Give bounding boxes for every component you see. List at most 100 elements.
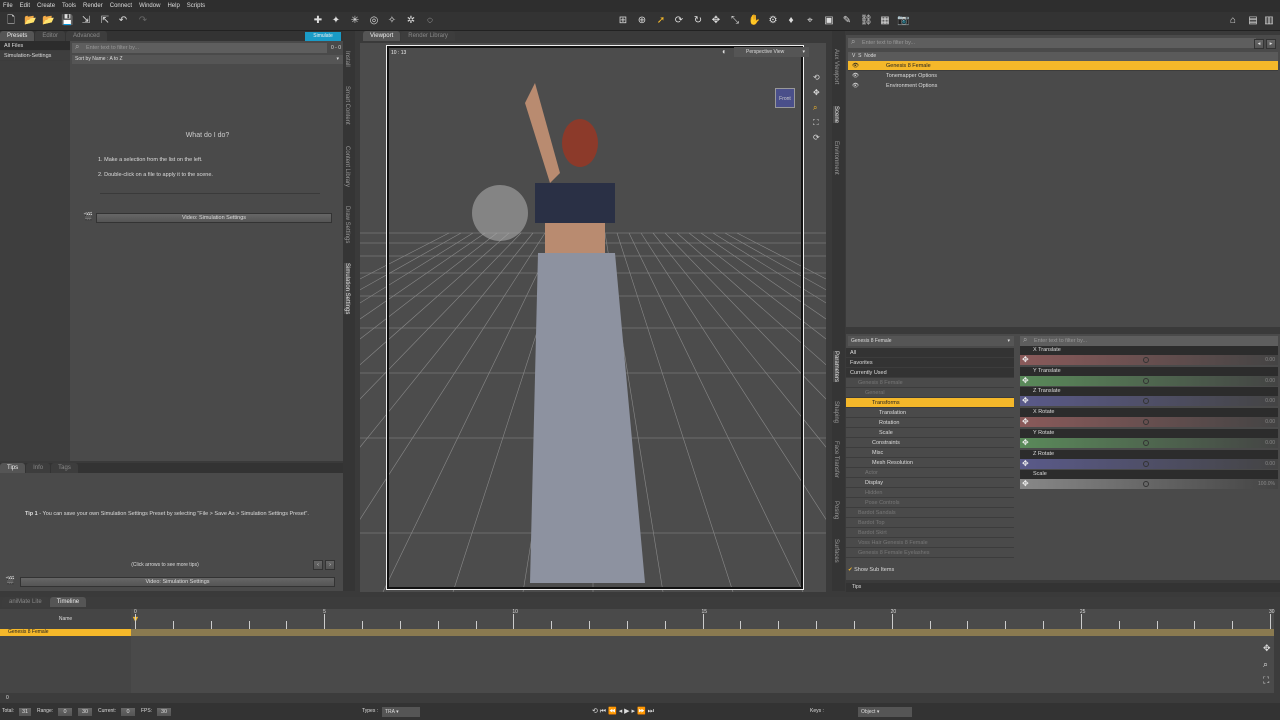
universal-tool-icon[interactable]: ⊕: [636, 15, 648, 27]
current-frame-field[interactable]: 0: [120, 707, 136, 717]
side-tab-scene[interactable]: Scene: [833, 106, 839, 124]
zoom-icon[interactable]: ⌕: [1263, 659, 1268, 670]
scene-filter-input[interactable]: Enter text to filter by...: [848, 37, 1256, 48]
geometry-tool-icon[interactable]: ⚙: [767, 15, 779, 27]
property-group-item[interactable]: Scale: [846, 428, 1014, 438]
property-group-item[interactable]: Pose Controls: [846, 498, 1014, 508]
view-select[interactable]: Perspective View ▾: [734, 47, 809, 57]
property-group-item[interactable]: Transforms: [846, 398, 1014, 408]
scene-node-tonemapper[interactable]: 👁 Tonemapper Options: [848, 71, 1278, 81]
slider-track[interactable]: ✥ 0.00: [1020, 355, 1278, 365]
node-selection-icon[interactable]: ⊞: [617, 15, 629, 27]
property-group-item[interactable]: Bardot Sandals: [846, 508, 1014, 518]
tab-presets[interactable]: Presets: [0, 31, 35, 41]
side-tab-simulation-settings[interactable]: Simulation Settings: [344, 263, 350, 315]
create-camera-icon[interactable]: ✚: [312, 15, 324, 27]
parameter-value[interactable]: 0.00: [1265, 440, 1275, 446]
simulate-button[interactable]: Simulate: [305, 32, 341, 41]
create-ring-icon[interactable]: ◌: [424, 15, 436, 27]
slider-track[interactable]: ✥ 0.00: [1020, 375, 1278, 386]
types-select[interactable]: TRA ▾: [382, 707, 420, 717]
rotate-tool-icon[interactable]: ⟳: [673, 15, 685, 27]
property-group-item[interactable]: Hidden: [846, 488, 1014, 498]
prev-tip-button[interactable]: ‹: [313, 560, 323, 570]
tab-tips[interactable]: Tips: [0, 463, 26, 473]
render-icon[interactable]: ▦: [879, 15, 891, 27]
region-tool-icon[interactable]: ⌖: [804, 15, 816, 27]
import-icon[interactable]: ⇲: [80, 15, 92, 27]
spot-render-icon[interactable]: ✎: [841, 15, 853, 27]
tab-editor[interactable]: Editor: [35, 31, 66, 41]
side-tab-posing[interactable]: Posing: [833, 501, 839, 519]
frame-icon[interactable]: ⛶: [1263, 675, 1269, 686]
side-tab-environment[interactable]: Environment: [833, 141, 839, 175]
eye-icon[interactable]: 👁: [852, 61, 859, 71]
tab-animate-lite[interactable]: aniMate Lite: [2, 597, 49, 607]
property-group-item[interactable]: Rotation: [846, 418, 1014, 428]
timeline-ruler[interactable]: ▼ 051015202530: [131, 609, 1275, 693]
rotate2-tool-icon[interactable]: ↻: [692, 15, 704, 27]
slider-track[interactable]: ✥ 0.00: [1020, 437, 1278, 448]
menu-tools[interactable]: Tools: [62, 3, 76, 9]
tab-tips-right[interactable]: Tips: [846, 583, 1280, 592]
scene-node-environment[interactable]: 👁 Environment Options: [848, 81, 1278, 91]
side-tab-smart-content[interactable]: Smart Content: [344, 86, 350, 125]
parameter-value[interactable]: 0.00: [1265, 461, 1275, 467]
menu-render[interactable]: Render: [83, 3, 103, 9]
menu-create[interactable]: Create: [37, 3, 55, 9]
parameter-value[interactable]: 0.00: [1265, 419, 1275, 425]
parameter-slider[interactable]: Z Rotate ✥ 0.00: [1020, 449, 1278, 470]
parameter-value[interactable]: 0.00: [1265, 357, 1275, 363]
lock-icon[interactable]: ▥: [1263, 15, 1275, 27]
tab-timeline[interactable]: Timeline: [49, 597, 87, 607]
parameter-value[interactable]: 100.0%: [1258, 481, 1275, 487]
slider-knob[interactable]: [1143, 460, 1149, 467]
pointer-icon[interactable]: ➚: [655, 15, 667, 27]
menu-window[interactable]: Window: [139, 3, 160, 9]
scale-tool-icon[interactable]: ⤡: [729, 15, 741, 27]
camera-render-icon[interactable]: 📷: [897, 15, 909, 27]
viewport-canvas[interactable]: 10 : 13 ◐ Perspective View ▾ Front ⟲ ✥ ⌕ …: [360, 43, 826, 592]
home-icon[interactable]: ⌂: [1227, 15, 1239, 27]
property-group-item[interactable]: Display: [846, 478, 1014, 488]
preset-filter-input[interactable]: Enter text to filter by...: [72, 42, 327, 53]
collapse-button[interactable]: ◂: [1254, 39, 1264, 49]
frame-icon[interactable]: ⛶: [813, 118, 819, 128]
track-keyframe-bar[interactable]: [131, 629, 1274, 636]
side-tab-draw-settings[interactable]: Draw Settings: [344, 206, 350, 243]
layout-icon[interactable]: ▤: [1247, 15, 1259, 27]
draw-style-icon[interactable]: ◐: [722, 47, 727, 56]
slider-knob[interactable]: [1143, 398, 1149, 405]
create-primitive-icon[interactable]: ◎: [368, 15, 380, 27]
export-icon[interactable]: ⇱: [99, 15, 111, 27]
menu-help[interactable]: Help: [167, 3, 179, 9]
property-group-item[interactable]: Currently Used: [846, 368, 1014, 378]
property-group-item[interactable]: Genesis 8 Female: [846, 378, 1014, 388]
property-group-item[interactable]: Favorites: [846, 358, 1014, 368]
property-group-item[interactable]: Bardot Top: [846, 518, 1014, 528]
parameter-slider[interactable]: X Translate ✥ 0.00: [1020, 346, 1278, 366]
slider-track[interactable]: ✥ 0.00: [1020, 396, 1278, 407]
menu-edit[interactable]: Edit: [20, 3, 30, 9]
parameter-slider[interactable]: Z Translate ✥ 0.00: [1020, 387, 1278, 407]
link-icon[interactable]: ⛓: [860, 15, 873, 27]
orbit-icon[interactable]: ⟲: [813, 73, 820, 82]
slider-knob[interactable]: [1143, 419, 1149, 426]
category-simulation-settings[interactable]: Simulation-Settings: [0, 51, 70, 61]
undo-icon[interactable]: ↶: [117, 15, 129, 27]
property-group-item[interactable]: Voss Hair Genesis 8 Female: [846, 538, 1014, 548]
parameter-value[interactable]: 0.00: [1265, 398, 1275, 404]
property-group-item[interactable]: Genesis 8 Female Eyelashes: [846, 548, 1014, 558]
slider-knob[interactable]: [1143, 481, 1149, 488]
slider-knob[interactable]: [1143, 377, 1149, 384]
pan-icon[interactable]: ✥: [1263, 643, 1271, 654]
create-spot-icon[interactable]: ✲: [405, 15, 417, 27]
render-settings-icon[interactable]: ▣: [823, 15, 835, 27]
eye-icon[interactable]: 👁: [852, 71, 859, 81]
parameter-slider[interactable]: X Rotate ✥ 0.00: [1020, 408, 1278, 428]
track-genesis-8-female[interactable]: Genesis 8 Female: [0, 629, 131, 636]
node-select[interactable]: Genesis 8 Female ▾: [848, 336, 1014, 346]
open-icon[interactable]: 📂: [24, 15, 36, 27]
property-group-item[interactable]: Misc: [846, 448, 1014, 458]
menu-connect[interactable]: Connect: [110, 3, 132, 9]
